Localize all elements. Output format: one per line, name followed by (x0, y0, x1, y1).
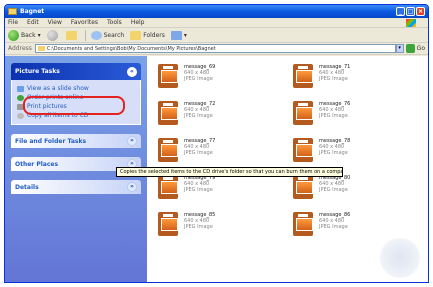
cd-icon (17, 112, 24, 119)
file-item[interactable]: message_72 640 x 480 JPEG Image (158, 101, 293, 128)
windows-logo-icon (406, 18, 416, 27)
address-path: C:\Documents and Settings\Bob\My Documen… (46, 45, 216, 52)
picture-tasks-title: Picture Tasks (15, 68, 60, 75)
toolbar-separator (84, 29, 86, 41)
go-arrow-icon[interactable] (405, 44, 415, 53)
jpeg-image-icon (293, 175, 315, 201)
file-item[interactable]: message_86 640 x 480 JPEG Image (293, 212, 428, 239)
address-field[interactable]: C:\Documents and Settings\Bob\My Documen… (34, 44, 396, 53)
jpeg-image-icon (293, 212, 315, 238)
explorer-window: Bagnet _ □ × File Edit View Favorites To… (4, 4, 429, 283)
go-button[interactable]: Go (417, 45, 425, 52)
maximize-button[interactable]: □ (406, 7, 415, 16)
toolbar: Back ▾ Search Folders ▾ (5, 28, 428, 43)
file-item[interactable]: message_76 640 x 480 JPEG Image (293, 101, 428, 128)
file-item[interactable]: message_77 640 x 480 JPEG Image (158, 138, 293, 165)
file-item[interactable]: message_79 640 x 480 JPEG Image (158, 175, 293, 202)
file-folder-tasks-header[interactable]: File and Folder Tasks » (11, 134, 141, 148)
file-item[interactable]: message_78 640 x 480 JPEG Image (293, 138, 428, 165)
jpeg-image-icon (293, 64, 315, 90)
file-item[interactable]: message_69 640 x 480 JPEG Image (158, 64, 293, 91)
task-slide-show[interactable]: View as a slide show (17, 84, 135, 93)
file-item[interactable]: message_85 640 x 480 JPEG Image (158, 212, 293, 239)
watermark-logo-icon (380, 238, 420, 278)
details-header[interactable]: Details » (11, 180, 141, 194)
highlight-circle (23, 96, 125, 115)
slideshow-icon (17, 85, 24, 92)
menu-help[interactable]: Help (131, 19, 145, 26)
file-item[interactable]: message_80 640 x 480 JPEG Image (293, 175, 428, 202)
jpeg-image-icon (293, 138, 315, 164)
back-arrow-icon (8, 29, 19, 41)
folder-up-icon (65, 30, 77, 40)
minimize-button[interactable]: _ (396, 7, 405, 16)
expand-chevron-icon[interactable]: » (127, 136, 137, 146)
jpeg-image-icon (158, 138, 180, 164)
window-title: Bagnet (20, 8, 45, 15)
menu-edit[interactable]: Edit (27, 19, 39, 26)
back-button[interactable]: Back ▾ (8, 29, 41, 41)
search-icon (90, 30, 102, 40)
back-label: Back (21, 31, 36, 39)
up-button[interactable] (65, 30, 79, 40)
file-item[interactable]: message_71 640 x 480 JPEG Image (293, 64, 428, 91)
folders-label: Folders (143, 31, 165, 39)
address-bar: Address C:\Documents and Settings\Bob\My… (5, 43, 428, 55)
folder-icon (8, 8, 17, 15)
menu-file[interactable]: File (8, 19, 18, 26)
expand-chevron-icon[interactable]: » (127, 182, 137, 192)
forward-arrow-icon (46, 29, 58, 41)
collapse-chevron-icon[interactable]: « (127, 66, 137, 77)
jpeg-image-icon (158, 212, 180, 238)
jpeg-image-icon (293, 101, 315, 127)
jpeg-image-icon (158, 101, 180, 127)
folders-icon (130, 30, 142, 40)
menu-favorites[interactable]: Favorites (71, 19, 98, 26)
views-icon (170, 30, 182, 40)
title-bar[interactable]: Bagnet _ □ × (5, 5, 428, 18)
forward-button[interactable] (46, 29, 60, 41)
menu-bar: File Edit View Favorites Tools Help (5, 18, 428, 28)
search-button[interactable]: Search (90, 30, 125, 40)
address-label: Address (8, 45, 32, 52)
jpeg-image-icon (158, 175, 180, 201)
address-dropdown[interactable]: ▾ (395, 44, 404, 53)
views-button[interactable]: ▾ (170, 30, 187, 40)
tooltip: Copies the selected items to the CD driv… (116, 167, 343, 177)
close-button[interactable]: × (416, 7, 425, 16)
folder-icon (37, 46, 45, 51)
menu-view[interactable]: View (48, 19, 62, 26)
search-label: Search (103, 31, 125, 39)
jpeg-image-icon (158, 64, 180, 90)
menu-tools[interactable]: Tools (107, 19, 122, 26)
picture-tasks-header[interactable]: Picture Tasks « (11, 63, 141, 80)
folders-button[interactable]: Folders (130, 30, 165, 40)
